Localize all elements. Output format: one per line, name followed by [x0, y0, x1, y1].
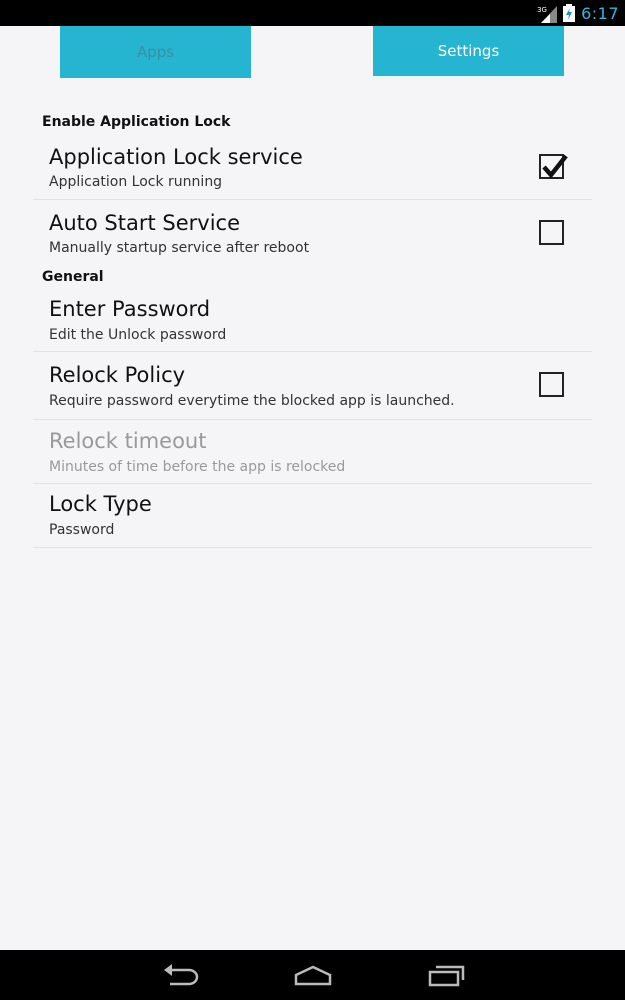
- pref-summary: Minutes of time before the app is relock…: [49, 459, 346, 475]
- status-icons: 3G 6:17: [537, 0, 619, 26]
- pref-lock-type[interactable]: Lock Type Password: [33, 484, 592, 548]
- pref-summary: Manually startup service after reboot: [49, 240, 310, 256]
- pref-enter-password[interactable]: Enter Password Edit the Unlock password: [33, 288, 592, 352]
- pref-title: Auto Start Service: [49, 211, 241, 235]
- pref-title: Lock Type: [49, 492, 152, 516]
- pref-title: Application Lock service: [49, 145, 303, 169]
- pref-title: Relock timeout: [49, 429, 207, 453]
- clock: 6:17: [581, 3, 619, 23]
- tab-apps-label: Apps: [136, 43, 175, 61]
- pref-title: Relock Policy: [49, 363, 186, 387]
- back-icon[interactable]: [160, 962, 200, 988]
- pref-auto-start-service[interactable]: Auto Start Service Manually startup serv…: [33, 200, 592, 264]
- tab-bar: Apps Settings: [0, 26, 625, 78]
- tab-settings-label: Settings: [437, 42, 500, 60]
- pref-relock-timeout: Relock timeout Minutes of time before th…: [33, 420, 592, 484]
- status-bar: 3G 6:17: [0, 0, 625, 26]
- tab-settings[interactable]: Settings: [373, 26, 564, 78]
- pref-summary: Application Lock running: [49, 174, 223, 190]
- relock-policy-checkbox[interactable]: [539, 372, 564, 397]
- checkmark-icon: [542, 154, 568, 179]
- home-icon[interactable]: [293, 962, 333, 988]
- pref-title: Enter Password: [49, 297, 211, 321]
- section-header-enable-lock: Enable Application Lock: [42, 114, 231, 130]
- pref-application-lock-service[interactable]: Application Lock service Application Loc…: [33, 136, 592, 200]
- tab-apps[interactable]: Apps: [60, 26, 251, 78]
- pref-relock-policy[interactable]: Relock Policy Require password everytime…: [33, 352, 592, 420]
- section-header-general: General: [42, 269, 104, 285]
- auto-start-checkbox[interactable]: [539, 220, 564, 245]
- battery-charging-icon: [563, 4, 576, 22]
- lock-service-checkbox[interactable]: [539, 154, 568, 179]
- signal-icon: 3G: [537, 3, 558, 23]
- pref-summary: Edit the Unlock password: [49, 327, 227, 343]
- recent-apps-icon[interactable]: [426, 962, 466, 988]
- pref-summary: Password: [49, 522, 115, 538]
- pref-summary: Require password everytime the blocked a…: [49, 393, 455, 409]
- navigation-bar: [0, 950, 625, 1000]
